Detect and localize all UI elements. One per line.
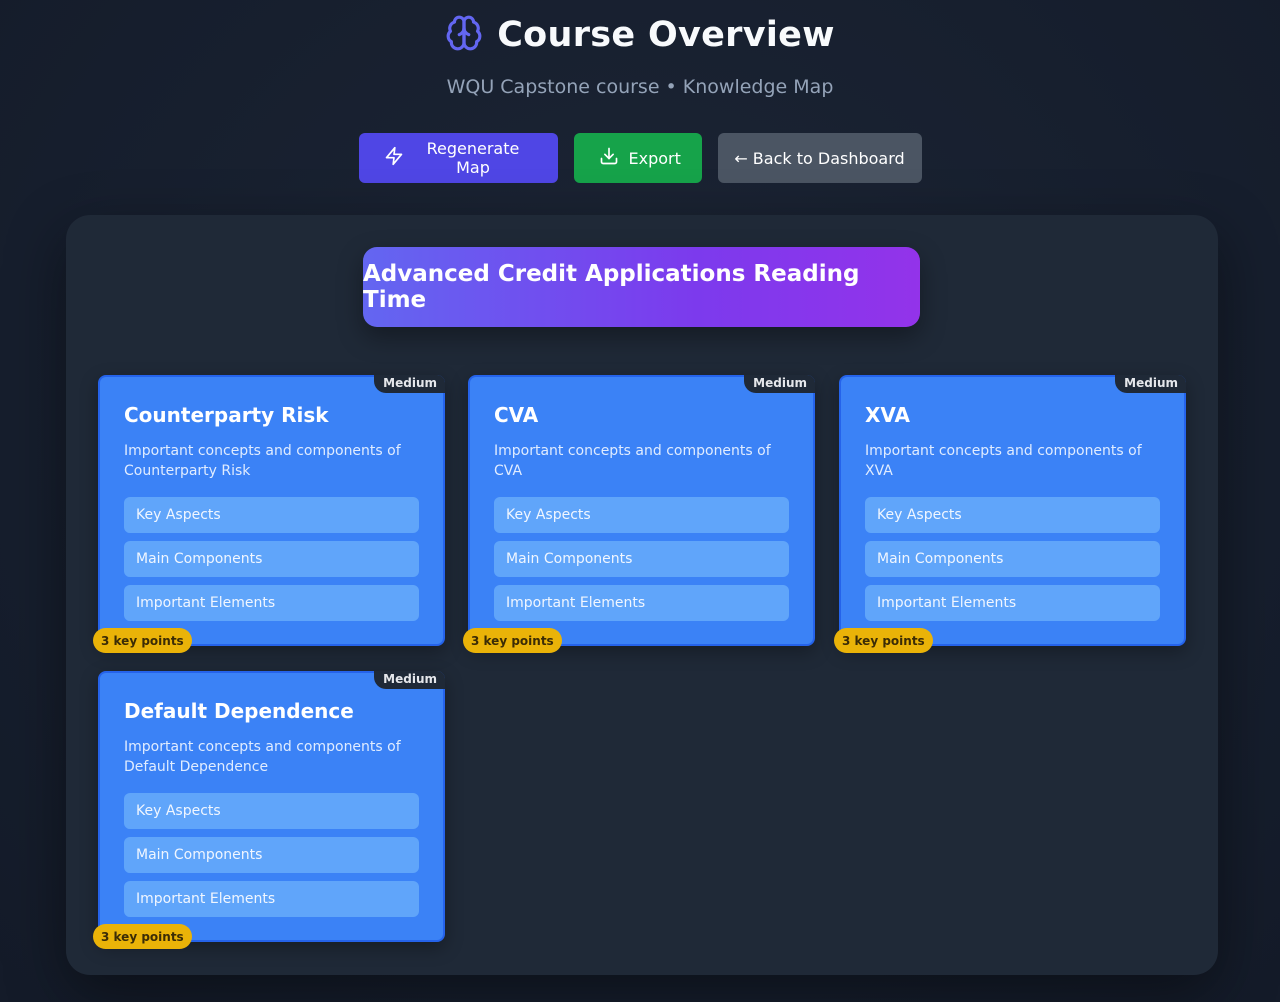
topic-title: Counterparty Risk — [124, 403, 329, 427]
key-points-badge: 3 key points — [93, 924, 192, 949]
aspect-item[interactable]: Important Elements — [124, 585, 419, 621]
difficulty-badge: Medium — [374, 671, 445, 689]
topic-description: Important concepts and components of Def… — [124, 739, 401, 775]
aspect-item[interactable]: Key Aspects — [124, 497, 419, 533]
root-topic-node[interactable]: Advanced Credit Applications Reading Tim… — [363, 247, 920, 327]
toolbar: Regenerate Map Export ← Back to Dashboar… — [0, 133, 1280, 183]
brain-icon — [445, 14, 483, 56]
export-button[interactable]: Export — [573, 133, 702, 183]
aspect-item[interactable]: Key Aspects — [494, 497, 789, 533]
aspect-item[interactable]: Key Aspects — [865, 497, 1160, 533]
aspect-item[interactable]: Important Elements — [124, 881, 419, 917]
topic-title: CVA — [494, 403, 539, 427]
aspect-item[interactable]: Important Elements — [494, 585, 789, 621]
lightning-icon — [384, 146, 404, 170]
aspect-item[interactable]: Main Components — [124, 541, 419, 577]
difficulty-badge: Medium — [744, 375, 815, 393]
topic-card-counterparty-risk[interactable]: Medium Counterparty Risk Important conce… — [93, 375, 445, 653]
topic-card-cva[interactable]: Medium CVA Important concepts and compon… — [463, 375, 815, 653]
key-points-badge: 3 key points — [93, 628, 192, 653]
topic-description: Important concepts and components of Cou… — [124, 443, 401, 479]
aspect-item[interactable]: Main Components — [494, 541, 789, 577]
regenerate-map-label: Regenerate Map — [426, 139, 520, 177]
aspect-item[interactable]: Important Elements — [865, 585, 1160, 621]
export-label: Export — [628, 148, 681, 168]
key-points-badge: 3 key points — [834, 628, 933, 653]
topic-title: Default Dependence — [124, 699, 354, 723]
topic-description: Important concepts and components of CVA — [494, 443, 771, 479]
difficulty-badge: Medium — [374, 375, 445, 393]
key-points-badge: 3 key points — [463, 628, 562, 653]
topic-description: Important concepts and components of XVA — [865, 443, 1142, 479]
topic-card-xva[interactable]: Medium XVA Important concepts and compon… — [834, 375, 1186, 653]
topic-card-default-dependence[interactable]: Medium Default Dependence Important conc… — [93, 671, 445, 949]
aspect-item[interactable]: Main Components — [124, 837, 419, 873]
download-icon — [599, 146, 619, 170]
aspect-item[interactable]: Key Aspects — [124, 793, 419, 829]
topic-title: XVA — [865, 403, 911, 427]
knowledge-map-panel: Advanced Credit Applications Reading Tim… — [66, 215, 1218, 975]
page-title: Course Overview — [497, 15, 835, 55]
title-row: Course Overview — [0, 14, 1280, 56]
regenerate-map-button[interactable]: Regenerate Map — [358, 133, 558, 183]
page-subtitle: WQU Capstone course • Knowledge Map — [446, 76, 834, 98]
back-to-dashboard-button[interactable]: ← Back to Dashboard — [717, 133, 922, 183]
aspect-item[interactable]: Main Components — [865, 541, 1160, 577]
difficulty-badge: Medium — [1115, 375, 1186, 393]
